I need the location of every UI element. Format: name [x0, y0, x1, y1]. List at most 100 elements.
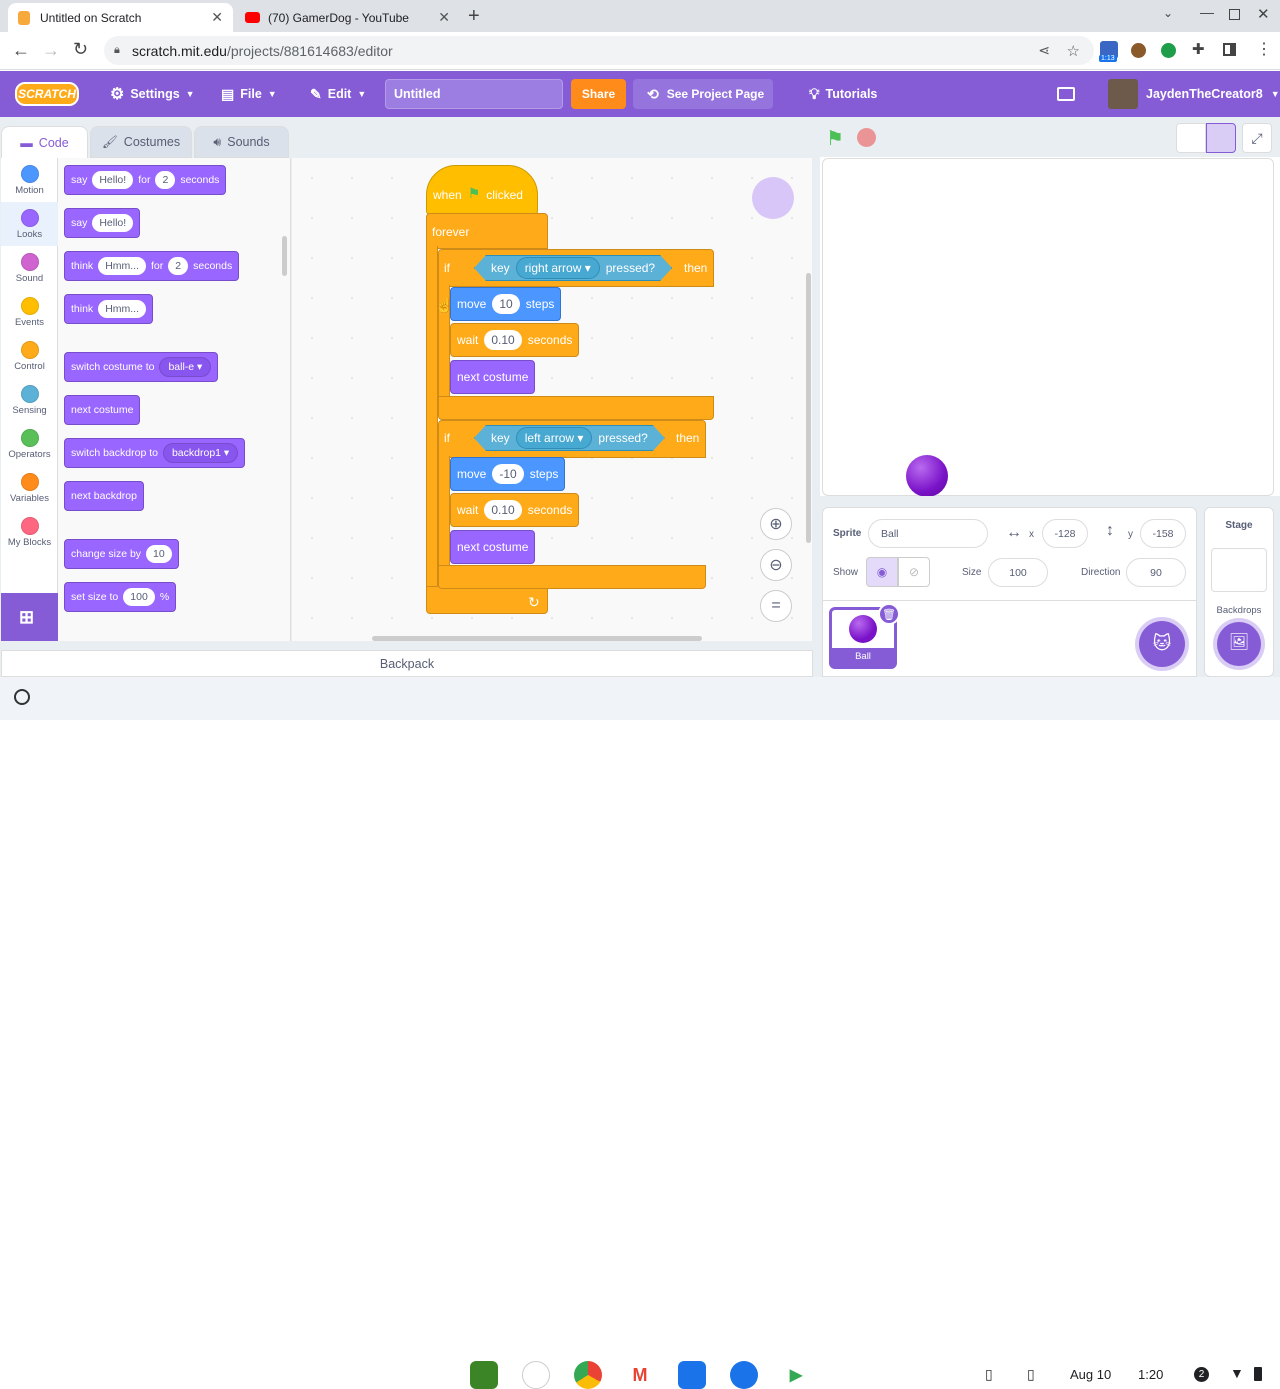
- tab-code[interactable]: ▬ Code: [1, 126, 88, 158]
- category-sound[interactable]: Sound: [1, 246, 58, 290]
- y-position-input[interactable]: -158: [1140, 519, 1186, 548]
- next-costume-block[interactable]: next costume: [64, 395, 141, 425]
- chrome-menu-icon[interactable]: ⋮: [1256, 39, 1272, 59]
- notification-badge[interactable]: 2: [1194, 1367, 1209, 1382]
- see-project-page-button[interactable]: ⟲ See Project Page: [633, 79, 773, 109]
- tab-costumes[interactable]: 🖌︎ Costumes: [90, 126, 192, 158]
- vertical-scrollbar[interactable]: [806, 273, 811, 543]
- edit-menu[interactable]: ✎ Edit ▼: [310, 71, 366, 117]
- zoom-in-button[interactable]: ⊕: [760, 508, 792, 540]
- file-menu[interactable]: ▤ File ▼: [221, 71, 277, 117]
- files-app-icon[interactable]: [678, 1361, 706, 1389]
- chrome-app-icon-2[interactable]: [522, 1361, 550, 1389]
- close-window-icon[interactable]: ✕: [1257, 5, 1270, 23]
- bookmark-star-icon[interactable]: ☆: [1067, 42, 1080, 60]
- category-operators[interactable]: Operators: [1, 422, 58, 466]
- project-title-input[interactable]: Untitled: [385, 79, 563, 109]
- add-sprite-button[interactable]: 🐱︎: [1139, 621, 1185, 667]
- settings-menu[interactable]: ⚙ Settings ▼: [110, 71, 195, 117]
- next-costume-script-block-2[interactable]: next costume: [450, 530, 536, 564]
- puzzle-extensions-icon[interactable]: ✚: [1192, 40, 1205, 58]
- say-block[interactable]: say Hello!: [64, 208, 141, 238]
- move-steps-block-1[interactable]: move 10 steps: [450, 287, 562, 321]
- next-costume-script-block-1[interactable]: next costume: [450, 360, 536, 394]
- forward-icon[interactable]: →: [42, 40, 60, 61]
- horizontal-scrollbar[interactable]: [372, 636, 702, 641]
- camera-app-icon[interactable]: [730, 1361, 758, 1389]
- category-control[interactable]: Control: [1, 334, 58, 378]
- play-store-app-icon[interactable]: ▶: [782, 1361, 810, 1389]
- category-events[interactable]: Events: [1, 290, 58, 334]
- show-hidden-button[interactable]: ⊘: [898, 557, 930, 587]
- key-pressed-sensing-block-1[interactable]: key right arrow ▾ pressed?: [474, 255, 672, 281]
- minecraft-app-icon[interactable]: [470, 1361, 498, 1389]
- next-backdrop-block[interactable]: next backdrop: [64, 481, 144, 511]
- size-input[interactable]: 100: [988, 558, 1048, 587]
- set-size-block[interactable]: set size to 100%: [64, 582, 177, 612]
- scratch-logo[interactable]: SCRATCH: [15, 82, 79, 106]
- category-looks[interactable]: Looks: [1, 202, 58, 246]
- palette-scrollbar[interactable]: [282, 236, 287, 276]
- category-my-blocks[interactable]: My Blocks: [1, 510, 58, 554]
- close-tab-icon[interactable]: ✕: [438, 9, 450, 26]
- x-position-input[interactable]: -128: [1042, 519, 1088, 548]
- my-stuff-folder-icon[interactable]: [1057, 87, 1075, 101]
- stop-sign-icon[interactable]: [857, 128, 876, 147]
- notes-icon[interactable]: ▯: [985, 1366, 993, 1383]
- show-visible-button[interactable]: ◉: [866, 557, 898, 587]
- zoom-out-button[interactable]: ⊖: [760, 549, 792, 581]
- small-stage-button[interactable]: [1176, 123, 1206, 153]
- sprite-name-input[interactable]: Ball: [868, 519, 988, 548]
- key-pressed-sensing-block-2[interactable]: key left arrow ▾ pressed?: [474, 425, 665, 451]
- url-field[interactable]: 🔒︎ scratch.mit.edu/projects/881614683/ed…: [104, 36, 1094, 65]
- move-steps-block-2[interactable]: move -10 steps: [450, 457, 566, 491]
- key-dropdown[interactable]: right arrow ▾: [516, 257, 600, 279]
- wait-seconds-block-1[interactable]: wait 0.10 seconds: [450, 323, 580, 357]
- side-panel-icon[interactable]: [1223, 43, 1236, 56]
- stage-canvas[interactable]: [822, 158, 1274, 497]
- time-label[interactable]: 1:20: [1138, 1367, 1163, 1382]
- think-for-block[interactable]: think Hmm... for 2 seconds: [64, 251, 240, 281]
- share-button[interactable]: Share: [571, 79, 626, 109]
- tab-youtube[interactable]: (70) GamerDog - YouTube ✕: [235, 3, 460, 32]
- back-icon[interactable]: ←: [12, 40, 30, 61]
- tab-scratch[interactable]: Untitled on Scratch ✕: [8, 3, 233, 32]
- change-size-block[interactable]: change size by 10: [64, 539, 179, 569]
- phone-hub-icon[interactable]: ▯: [1027, 1366, 1035, 1383]
- minimize-icon[interactable]: —: [1200, 4, 1214, 20]
- close-tab-icon[interactable]: ✕: [211, 9, 223, 26]
- date-label[interactable]: Aug 10: [1070, 1367, 1111, 1382]
- fullscreen-icon[interactable]: ⤢: [1242, 123, 1272, 153]
- maximize-icon[interactable]: [1229, 9, 1240, 20]
- cookie-extension-icon[interactable]: [1131, 43, 1146, 58]
- think-block[interactable]: think Hmm...: [64, 294, 154, 324]
- new-tab-button[interactable]: +: [468, 5, 480, 28]
- delete-sprite-icon[interactable]: 🗑︎: [878, 603, 900, 625]
- category-variables[interactable]: Variables: [1, 466, 58, 510]
- chrome-app-icon[interactable]: [574, 1361, 602, 1389]
- gmail-app-icon[interactable]: M: [626, 1361, 654, 1389]
- say-for-block[interactable]: say Hello! for 2 seconds: [64, 165, 227, 195]
- when-flag-clicked-block[interactable]: when ⚑ clicked: [426, 165, 538, 215]
- green-flag-icon[interactable]: ⚑: [826, 126, 844, 151]
- add-backdrop-button[interactable]: 🖼︎: [1217, 622, 1261, 666]
- account-menu[interactable]: JaydenTheCreator8 ▼: [1146, 71, 1280, 117]
- add-extension-button[interactable]: ⊞: [1, 593, 58, 641]
- share-page-icon[interactable]: ⋖: [1038, 42, 1050, 59]
- user-avatar[interactable]: [1108, 79, 1138, 109]
- launcher-icon[interactable]: [14, 689, 30, 705]
- direction-input[interactable]: 90: [1126, 558, 1186, 587]
- category-motion[interactable]: Motion: [1, 158, 58, 202]
- switch-backdrop-block[interactable]: switch backdrop to backdrop1 ▾: [64, 438, 246, 468]
- switch-costume-block[interactable]: switch costume to ball-e ▾: [64, 352, 219, 382]
- backpack-bar[interactable]: Backpack: [1, 650, 813, 677]
- tutorials-button[interactable]: 💡︎ Tutorials: [809, 71, 877, 117]
- reload-icon[interactable]: ↻: [73, 39, 88, 60]
- tab-sounds[interactable]: 🔊︎ Sounds: [194, 126, 289, 158]
- category-sensing[interactable]: Sensing: [1, 378, 58, 422]
- green-extension-icon[interactable]: [1161, 43, 1176, 58]
- large-stage-button[interactable]: [1206, 123, 1236, 153]
- wait-seconds-block-2[interactable]: wait 0.10 seconds: [450, 493, 580, 527]
- key-dropdown[interactable]: left arrow ▾: [516, 427, 593, 449]
- backdrop-thumbnail[interactable]: [1211, 548, 1267, 592]
